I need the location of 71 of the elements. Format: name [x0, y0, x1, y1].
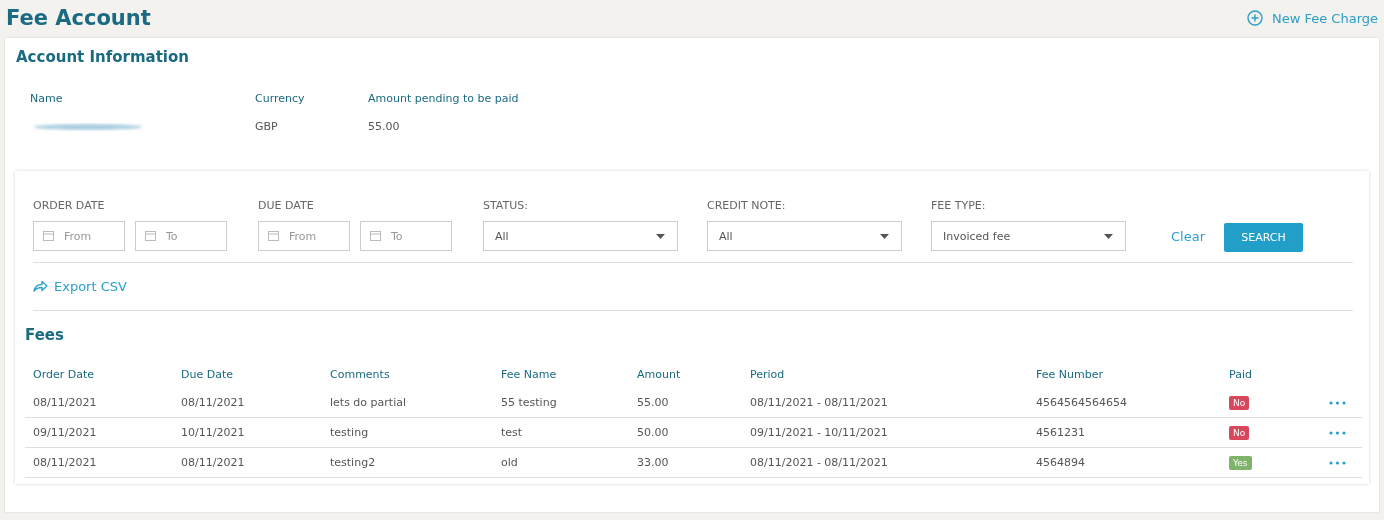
more-options-icon[interactable] — [1329, 430, 1346, 435]
dropdown-select[interactable]: Invoiced fee — [931, 221, 1126, 251]
select-value: All — [495, 229, 509, 243]
dropdown-select[interactable]: All — [707, 221, 902, 251]
column-header: Due Date — [180, 368, 234, 383]
select-value: Invoiced fee — [943, 229, 1011, 243]
table-cell: 55.00 — [637, 396, 669, 409]
filter-label: ORDER DATE — [33, 199, 106, 212]
column-header: Order Date — [32, 368, 96, 383]
table-cell: 33.00 — [637, 456, 669, 469]
date-from-field[interactable]: From — [258, 221, 350, 251]
filter-label: DUE DATE — [258, 199, 315, 212]
column-header: Fee Name — [500, 368, 558, 383]
table-cell: 10/11/2021 — [181, 426, 245, 439]
page-title: Fee Account — [6, 6, 151, 30]
field-label: Amount pending to be paid — [368, 92, 520, 105]
table-cell: old — [501, 456, 518, 469]
table-cell: 4561231 — [1036, 426, 1085, 439]
field-value: GBP — [255, 120, 279, 134]
column-header: Comments — [329, 368, 391, 383]
share-arrow-icon — [33, 280, 48, 292]
more-options-icon[interactable] — [1329, 400, 1346, 405]
filter-label: CREDIT NOTE: — [707, 199, 787, 212]
field-value: 55.00 — [368, 120, 401, 134]
table-cell: 09/11/2021 - 10/11/2021 — [750, 426, 888, 439]
select-value: All — [719, 229, 733, 243]
field-label: Currency — [255, 92, 306, 105]
filter-label: FEE TYPE: — [931, 199, 987, 212]
column-header: Paid — [1228, 368, 1253, 383]
column-header: Period — [749, 368, 786, 383]
caret-icon — [880, 233, 889, 239]
table-cell: 50.00 — [637, 426, 669, 439]
table-cell: testing — [330, 426, 369, 439]
paid-status-tag: No — [1229, 395, 1250, 410]
paid-status-tag: Yes — [1229, 455, 1252, 470]
section-title: Fees — [25, 326, 65, 344]
dropdown-select[interactable]: All — [483, 221, 678, 251]
calendar-icon — [43, 230, 54, 241]
table-cell: 08/11/2021 - 08/11/2021 — [750, 456, 888, 469]
column-header: Fee Number — [1035, 368, 1104, 383]
table-cell: 08/11/2021 — [33, 396, 97, 409]
date-to-field[interactable]: To — [360, 221, 452, 251]
date-from-field[interactable]: From — [33, 221, 125, 251]
plus-circle-icon — [1246, 10, 1263, 26]
section-title: Account Information — [16, 48, 190, 66]
calendar-icon — [370, 230, 381, 241]
search-button[interactable]: SEARCH — [1224, 223, 1303, 252]
caret-icon — [1104, 233, 1113, 239]
table-cell: test — [501, 426, 523, 439]
export-csv-link[interactable]: Export CSV — [33, 277, 127, 295]
table-cell: 09/11/2021 — [33, 426, 97, 439]
table-cell: 08/11/2021 — [181, 396, 245, 409]
table-cell: 08/11/2021 — [33, 456, 97, 469]
clear-link[interactable]: Clear — [1171, 229, 1205, 244]
column-header: Amount — [636, 368, 682, 383]
table-cell: lets do partial — [330, 396, 406, 409]
date-to-field[interactable]: To — [135, 221, 227, 251]
table-cell: 08/11/2021 — [181, 456, 245, 469]
new-fee-charge-link[interactable]: New Fee Charge — [1246, 10, 1378, 26]
table-cell: 4564564564654 — [1036, 396, 1127, 409]
filter-label: STATUS: — [483, 199, 529, 212]
paid-status-tag: No — [1229, 425, 1250, 440]
more-options-icon[interactable] — [1329, 460, 1346, 465]
table-cell: 55 testing — [501, 396, 557, 409]
field-label: Name — [30, 92, 64, 105]
table-cell: 4564894 — [1036, 456, 1085, 469]
table-cell: testing2 — [330, 456, 376, 469]
calendar-icon — [268, 230, 279, 241]
calendar-icon — [145, 230, 156, 241]
caret-icon — [656, 233, 665, 239]
table-cell: 08/11/2021 - 08/11/2021 — [750, 396, 888, 409]
